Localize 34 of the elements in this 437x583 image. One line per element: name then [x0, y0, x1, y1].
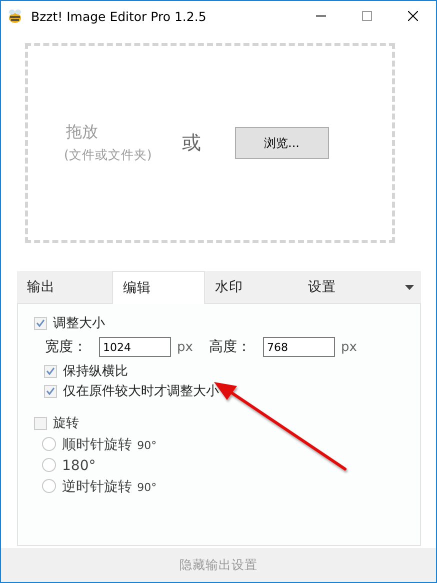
radio-label: 顺时针旋转 90° — [62, 436, 157, 454]
radio-label: 180° — [62, 457, 96, 474]
browse-button[interactable]: 浏览... — [234, 127, 329, 159]
close-icon[interactable] — [408, 11, 418, 21]
tab[interactable]: 编辑 — [112, 271, 205, 304]
checkbox[interactable] — [34, 416, 47, 430]
drop-zone[interactable]: 拖放 (文件或文件夹) 或 浏览... — [25, 43, 395, 243]
tab[interactable]: 水印 — [205, 271, 298, 303]
window-title: Bzzt! Image Editor Pro 1.2.5 — [31, 8, 208, 24]
checkbox[interactable] — [44, 364, 57, 378]
radio-button[interactable] — [42, 458, 56, 472]
field-label: 宽度： — [45, 338, 87, 356]
tab[interactable]: 设置 — [298, 271, 398, 303]
checkbox[interactable] — [44, 384, 57, 398]
height-field[interactable]: 768 — [262, 337, 335, 357]
field-label: 高度： — [208, 338, 251, 356]
checkbox[interactable] — [34, 316, 47, 330]
radio-button[interactable] — [42, 436, 56, 450]
radio-button[interactable] — [42, 478, 56, 492]
bee-icon — [7, 8, 23, 24]
radio-label: 逆时针旋转 90° — [62, 478, 157, 496]
dropdown-arrow-icon[interactable] — [405, 284, 414, 290]
drop-hint: 拖放 — [66, 122, 98, 143]
checkbox-label: 调整大小 — [53, 315, 105, 332]
tab[interactable]: 输出 — [17, 271, 112, 303]
width-field[interactable]: 1024 — [99, 337, 171, 357]
checkbox-label: 保持纵横比 — [63, 363, 128, 380]
checkbox-label: 仅在原件较大时才调整大小 — [63, 383, 219, 400]
checkbox-label: 旋转 — [53, 415, 79, 432]
unit-label: px — [177, 340, 193, 354]
maximize-icon[interactable] — [362, 11, 372, 21]
drop-hint-detail: (文件或文件夹) — [64, 147, 152, 164]
or-label: 或 — [182, 131, 201, 156]
unit-label: px — [340, 340, 357, 354]
